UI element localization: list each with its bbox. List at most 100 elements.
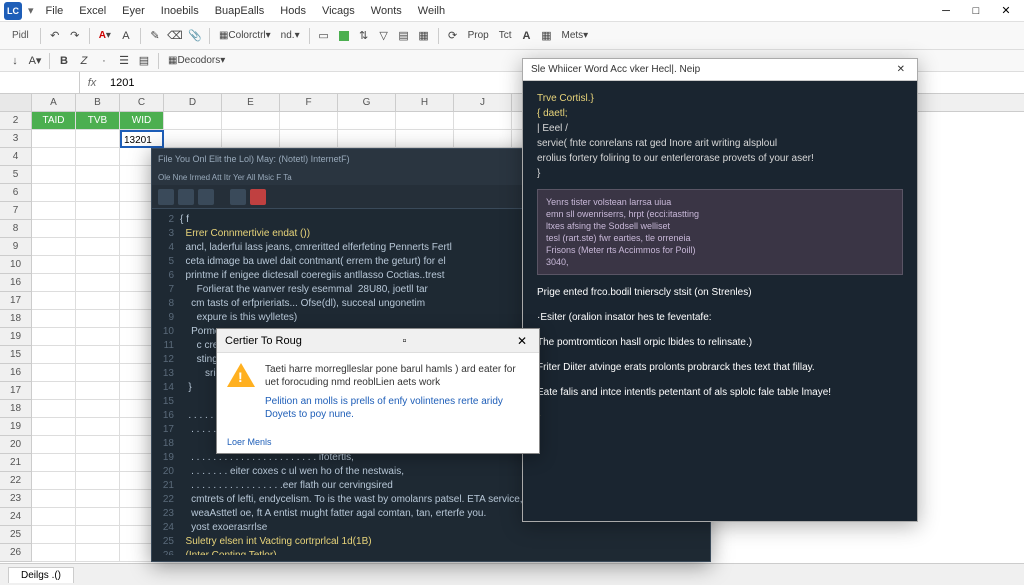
menu-vicags[interactable]: Vicags	[314, 3, 363, 19]
cell[interactable]	[76, 364, 120, 382]
cell[interactable]: 13201	[120, 130, 164, 148]
row-header[interactable]: 15	[0, 346, 32, 364]
editor-tool-5[interactable]	[250, 189, 266, 205]
col-header-c[interactable]: C	[120, 94, 164, 111]
cell[interactable]	[32, 202, 76, 220]
border-icon[interactable]: ▭	[315, 27, 333, 45]
number-format-dropdown[interactable]: nd.▾	[277, 30, 304, 41]
cell[interactable]	[76, 544, 120, 562]
cell[interactable]	[76, 328, 120, 346]
cell[interactable]	[32, 418, 76, 436]
cell[interactable]	[32, 472, 76, 490]
cell[interactable]	[32, 328, 76, 346]
cell[interactable]	[76, 292, 120, 310]
cell[interactable]	[76, 202, 120, 220]
editor-tool-3[interactable]	[198, 189, 214, 205]
row-header[interactable]: 26	[0, 544, 32, 562]
row-header[interactable]: 5	[0, 166, 32, 184]
cell[interactable]	[76, 274, 120, 292]
cell[interactable]: TAID	[32, 112, 76, 130]
row-header[interactable]: 17	[0, 382, 32, 400]
cell[interactable]	[76, 220, 120, 238]
help-close-button[interactable]: ✕	[893, 64, 909, 75]
menu-weilh[interactable]: Weilh	[410, 3, 453, 19]
cell[interactable]	[454, 130, 512, 148]
cell[interactable]	[396, 130, 454, 148]
tct-dropdown[interactable]: Tct	[495, 30, 516, 41]
row-header[interactable]: 18	[0, 400, 32, 418]
cell[interactable]	[32, 382, 76, 400]
cell[interactable]	[76, 418, 120, 436]
cell[interactable]	[338, 112, 396, 130]
cell[interactable]	[76, 310, 120, 328]
clear-icon[interactable]: ⌫	[166, 27, 184, 45]
row-header[interactable]: 25	[0, 526, 32, 544]
row-header[interactable]: 22	[0, 472, 32, 490]
cell[interactable]	[76, 472, 120, 490]
cell[interactable]	[32, 184, 76, 202]
cell[interactable]	[32, 490, 76, 508]
cell[interactable]	[32, 220, 76, 238]
select-all-corner[interactable]	[0, 94, 32, 111]
alert-close-button[interactable]: ✕	[513, 334, 531, 348]
alert-collapse-icon[interactable]: ▫	[402, 335, 406, 347]
col-header-b[interactable]: B	[76, 94, 120, 111]
cell[interactable]	[32, 238, 76, 256]
bold-icon[interactable]: B	[55, 52, 73, 70]
editor-tool-1[interactable]	[158, 189, 174, 205]
cell[interactable]	[32, 256, 76, 274]
col-header-d[interactable]: D	[164, 94, 222, 111]
cell[interactable]	[164, 112, 222, 130]
cell[interactable]	[76, 256, 120, 274]
alert-footer-link[interactable]: Loer Menls	[217, 431, 539, 453]
refresh-icon[interactable]: ⟳	[444, 27, 462, 45]
row-header[interactable]: 2	[0, 112, 32, 130]
cell[interactable]	[32, 436, 76, 454]
cell[interactable]	[280, 112, 338, 130]
filter-icon[interactable]: ▽	[375, 27, 393, 45]
cell[interactable]	[32, 364, 76, 382]
cell[interactable]	[32, 526, 76, 544]
bold-format-icon[interactable]: A	[518, 27, 536, 45]
col-header-a[interactable]: A	[32, 94, 76, 111]
minimize-button[interactable]: ─	[932, 2, 960, 20]
row-header[interactable]: 24	[0, 508, 32, 526]
row-header[interactable]: 21	[0, 454, 32, 472]
menu-eyer[interactable]: Eyer	[114, 3, 153, 19]
maximize-button[interactable]: □	[962, 2, 990, 20]
row-header[interactable]: 20	[0, 436, 32, 454]
font-color-dropdown[interactable]: A▾	[95, 30, 115, 41]
cell[interactable]	[76, 148, 120, 166]
cell[interactable]	[76, 184, 120, 202]
layers-icon[interactable]: ▤	[395, 27, 413, 45]
cell[interactable]	[222, 112, 280, 130]
row-header[interactable]: 16	[0, 364, 32, 382]
cell[interactable]	[454, 112, 512, 130]
cell[interactable]	[76, 400, 120, 418]
col-header-f[interactable]: F	[280, 94, 338, 111]
cell[interactable]	[76, 508, 120, 526]
undo-icon[interactable]: ↶	[46, 27, 64, 45]
close-button[interactable]: ✕	[992, 2, 1020, 20]
cell[interactable]	[280, 130, 338, 148]
cell[interactable]	[76, 526, 120, 544]
menu-buapealls[interactable]: BuapEalls	[207, 3, 273, 19]
sort-icon[interactable]: ⇅	[355, 27, 373, 45]
cell[interactable]	[32, 400, 76, 418]
menu-excel[interactable]: Excel	[71, 3, 114, 19]
indent-icon[interactable]: ▤	[135, 52, 153, 70]
cell[interactable]	[76, 436, 120, 454]
save-icon[interactable]: ↓	[6, 52, 24, 70]
row-header[interactable]: 17	[0, 292, 32, 310]
cell[interactable]	[76, 166, 120, 184]
prop-dropdown[interactable]: Prop	[464, 30, 493, 41]
strikethrough-icon[interactable]: ✎	[146, 27, 164, 45]
menu-inoebils[interactable]: Inoebils	[153, 3, 207, 19]
font-a-icon[interactable]: A▾	[26, 52, 44, 70]
col-header-g[interactable]: G	[338, 94, 396, 111]
col-header-j[interactable]: J	[454, 94, 512, 111]
underline2-icon[interactable]: ·	[95, 52, 113, 70]
cell[interactable]: TVB	[76, 112, 120, 130]
row-header[interactable]: 19	[0, 328, 32, 346]
row-header[interactable]: 3	[0, 130, 32, 148]
